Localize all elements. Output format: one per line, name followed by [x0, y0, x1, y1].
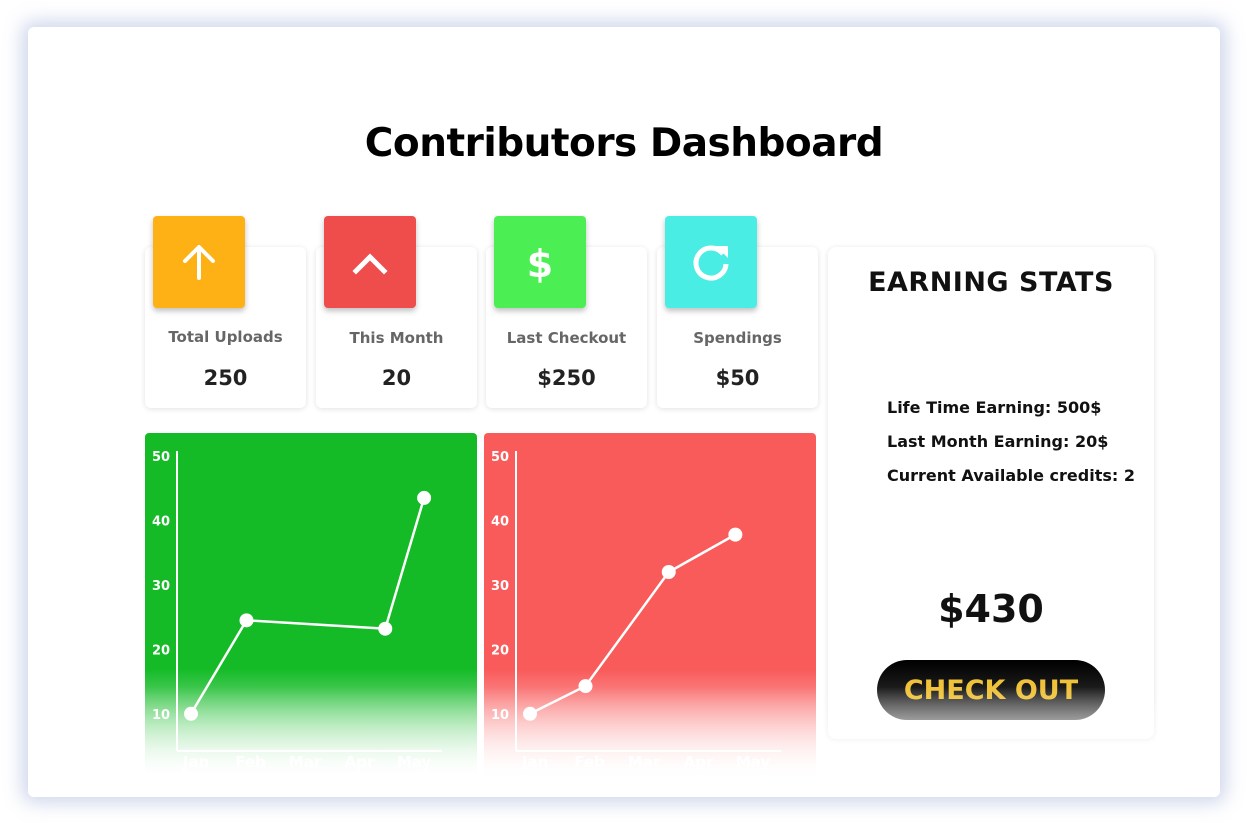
y-tick-label: 20 — [491, 643, 509, 658]
data-point — [184, 706, 198, 721]
stat-label: Last Checkout — [506, 329, 627, 347]
stat-value: $50 — [715, 366, 760, 390]
stat-value: 250 — [203, 366, 248, 390]
data-point — [239, 613, 254, 628]
x-tick-label: May — [397, 753, 432, 771]
y-tick-label: 40 — [152, 514, 170, 529]
x-tick-label: May — [736, 753, 771, 771]
x-tick-label: Jan — [182, 753, 209, 771]
x-tick-label: Mar — [289, 753, 322, 771]
available-credits: Current Available credits: 2 — [887, 466, 1135, 485]
dollar-icon: $ — [494, 216, 586, 308]
chart-background — [484, 433, 816, 780]
stat-card-total-uploads: Total Uploads 250 — [145, 216, 306, 408]
y-tick-label: 50 — [152, 450, 170, 465]
lifetime-earning: Life Time Earning: 500$ — [887, 398, 1102, 417]
y-tick-label: 20 — [152, 643, 170, 658]
chevron-up-icon — [324, 216, 416, 308]
stat-card-this-month: This Month 20 — [316, 216, 477, 408]
stat-label: Total Uploads — [168, 328, 283, 346]
stat-label: Spendings — [693, 329, 782, 347]
earning-stats-panel: EARNING STATS Life Time Earning: 500$ La… — [828, 247, 1154, 739]
stat-value: 20 — [381, 366, 412, 390]
x-tick-label: Feb — [574, 753, 605, 771]
arrow-up-icon — [153, 216, 245, 308]
data-point — [578, 679, 593, 694]
x-tick-label: Apr — [345, 753, 375, 771]
x-tick-label: Mar — [628, 753, 661, 771]
y-tick-label: 10 — [152, 708, 170, 723]
chart-background — [145, 433, 477, 780]
y-tick-label: 30 — [152, 579, 170, 594]
x-tick-label: Apr — [684, 753, 714, 771]
stat-label: This Month — [349, 329, 444, 347]
data-point — [728, 527, 743, 542]
stat-card-spendings: Spendings $50 — [657, 216, 818, 408]
last-month-earning: Last Month Earning: 20$ — [887, 432, 1109, 451]
data-point — [523, 706, 537, 721]
data-point — [378, 621, 393, 636]
data-point — [661, 565, 676, 579]
stat-card-last-checkout: $ Last Checkout $250 — [486, 216, 647, 408]
svg-text:$: $ — [527, 242, 553, 284]
y-tick-label: 50 — [491, 450, 509, 465]
page-title: Contributors Dashboard — [364, 121, 884, 166]
earning-total: $430 — [938, 587, 1044, 631]
refresh-icon — [665, 216, 757, 308]
checkout-button[interactable]: CHECK OUT — [877, 660, 1105, 720]
earning-stats-title: EARNING STATS — [868, 267, 1114, 298]
y-tick-label: 10 — [491, 708, 509, 723]
stat-value: $250 — [537, 366, 596, 390]
x-tick-label: Jan — [521, 753, 548, 771]
uploads-line-chart: 10 20 30 40 50 Jan Feb Mar Apr May — [145, 433, 477, 780]
earnings-line-chart: 10 20 30 40 50 Jan Feb Mar Apr May — [484, 433, 816, 780]
y-tick-label: 40 — [491, 514, 509, 529]
dashboard-card: Contributors Dashboard Total Uploads 250… — [28, 27, 1220, 797]
data-point — [417, 490, 432, 505]
x-tick-label: Feb — [235, 753, 266, 771]
y-tick-label: 30 — [491, 579, 509, 594]
